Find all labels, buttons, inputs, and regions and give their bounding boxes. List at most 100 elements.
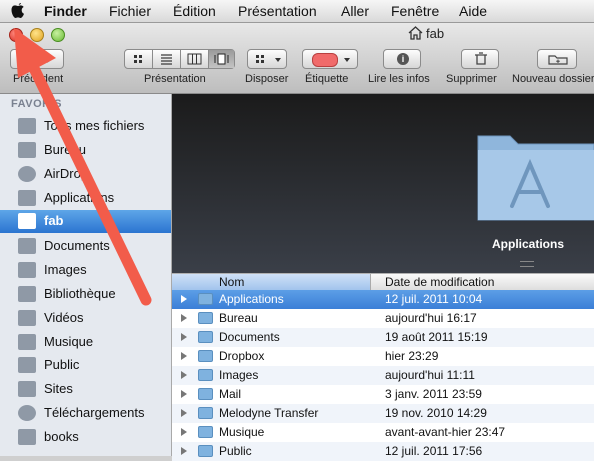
row-name: Mail	[219, 387, 242, 401]
new-folder-button[interactable]	[537, 49, 577, 69]
new-folder-icon	[548, 55, 568, 65]
forward-button[interactable]	[38, 50, 63, 68]
disclosure-triangle-icon[interactable]	[181, 295, 187, 303]
columns-icon	[187, 53, 202, 65]
tag-button[interactable]	[302, 49, 358, 69]
coverflow-view-button[interactable]	[209, 50, 234, 68]
get-info-button[interactable]: i	[383, 49, 421, 69]
list-view-button[interactable]	[153, 50, 181, 68]
disclosure-triangle-icon[interactable]	[181, 390, 187, 398]
sidebar-item-label: Tous mes fichiers	[44, 118, 145, 133]
sidebar-item-label: Documents	[44, 238, 110, 253]
table-row[interactable]: Documents 19 août 2011 15:19	[172, 328, 594, 347]
table-row[interactable]: Mail 3 janv. 2011 23:59	[172, 385, 594, 404]
disclosure-triangle-icon[interactable]	[181, 428, 187, 436]
disclosure-triangle-icon[interactable]	[181, 371, 187, 379]
tag-label: Étiquette	[305, 73, 349, 85]
minimize-button[interactable]	[30, 28, 44, 42]
sidebar-item-label: books	[44, 429, 79, 444]
favorites-header: FAVORIS	[11, 98, 62, 110]
table-row[interactable]: Images aujourd'hui 11:11	[172, 366, 594, 385]
sidebar-item-applications[interactable]: Applications	[0, 187, 171, 210]
menu-aide[interactable]: Aide	[459, 3, 487, 19]
table-row[interactable]: Bureau aujourd'hui 16:17	[172, 309, 594, 328]
sidebar-item-label: Téléchargements	[44, 405, 145, 420]
menu-presentation[interactable]: Présentation	[238, 3, 317, 19]
sidebar-item-public[interactable]: Public	[0, 354, 171, 377]
disclosure-triangle-icon[interactable]	[181, 409, 187, 417]
row-date: hier 23:29	[385, 349, 439, 363]
sidebar-item-images[interactable]: Images	[0, 259, 171, 282]
back-forward-control[interactable]	[10, 49, 64, 69]
column-header-date[interactable]: Date de modification	[385, 275, 494, 289]
table-row[interactable]: Melodyne Transfer 19 nov. 2010 14:29	[172, 404, 594, 423]
sidebar-item-musique[interactable]: Musique	[0, 331, 171, 354]
table-row[interactable]: Dropbox hier 23:29	[172, 347, 594, 366]
coverflow-preview[interactable]: Applications	[172, 94, 594, 273]
column-view-button[interactable]	[181, 50, 209, 68]
arrange-button[interactable]	[247, 49, 287, 69]
sidebar-item-books[interactable]: books	[0, 426, 171, 449]
sidebar-item-label: Bureau	[44, 142, 86, 157]
sidebar-item-videos[interactable]: Vidéos	[0, 307, 171, 330]
view-mode-control[interactable]	[124, 49, 235, 69]
table-row[interactable]: Applications 12 juil. 2011 10:04	[172, 290, 594, 309]
applications-folder-icon	[477, 135, 594, 221]
zoom-button[interactable]	[51, 28, 65, 42]
sidebar-item-sites[interactable]: Sites	[0, 378, 171, 401]
airdrop-icon	[18, 166, 36, 182]
sidebar-item-documents[interactable]: Documents	[0, 235, 171, 258]
arrange-label: Disposer	[245, 73, 289, 85]
tag-color-swatch	[312, 53, 338, 67]
menu-fichier[interactable]: Fichier	[109, 3, 151, 19]
menu-fenetre[interactable]: Fenêtre	[391, 3, 439, 19]
menu-edition[interactable]: Édition	[173, 3, 216, 19]
sidebar-item-fab[interactable]: fab	[0, 210, 171, 233]
table-row[interactable]: Musique avant-avant-hier 23:47	[172, 423, 594, 442]
row-name: Musique	[219, 425, 265, 439]
sidebar-item-label: Musique	[44, 334, 94, 349]
folder-icon	[18, 429, 36, 445]
column-header-name[interactable]: Nom	[172, 274, 371, 291]
desktop-icon	[18, 142, 36, 158]
row-date: aujourd'hui 11:11	[385, 368, 475, 382]
new-folder-label: Nouveau dossier	[512, 73, 594, 85]
row-name: Dropbox	[219, 349, 265, 363]
delete-button[interactable]	[461, 49, 499, 69]
menu-finder[interactable]: Finder	[44, 3, 87, 19]
sidebar-item-airdrop[interactable]: AirDrop	[0, 163, 171, 186]
disclosure-triangle-icon[interactable]	[181, 447, 187, 455]
info-icon: i	[397, 53, 409, 65]
row-name: Bureau	[219, 311, 258, 325]
disclosure-triangle-icon[interactable]	[181, 352, 187, 360]
sidebar-item-label: Public	[44, 357, 80, 372]
folder-icon	[18, 381, 36, 397]
window-toolbar: fab Précédent Présentation Disposer Étiq…	[0, 23, 594, 94]
window-title: fab	[426, 26, 445, 41]
menu-aller[interactable]: Aller	[341, 3, 369, 19]
get-info-label: Lire les infos	[368, 73, 430, 85]
table-row[interactable]: Public 12 juil. 2011 17:56	[172, 442, 594, 461]
back-arrow-icon	[21, 55, 27, 63]
coverflow-scroll-handle[interactable]	[520, 261, 534, 267]
disclosure-triangle-icon[interactable]	[181, 314, 187, 322]
row-name: Images	[219, 368, 259, 382]
row-name: Melodyne Transfer	[219, 406, 319, 420]
back-button[interactable]	[11, 50, 38, 68]
list-icon	[161, 54, 172, 65]
sidebar-item-bureau[interactable]: Bureau	[0, 139, 171, 162]
disclosure-triangle-icon[interactable]	[181, 333, 187, 341]
apple-menu-icon[interactable]	[10, 2, 26, 20]
sidebar-item-label: Vidéos	[44, 310, 84, 325]
sidebar-item-bibliotheque[interactable]: Bibliothèque	[0, 283, 171, 306]
sidebar-item-label: AirDrop	[44, 166, 89, 181]
row-date: 12 juil. 2011 10:04	[385, 292, 483, 306]
sidebar-item-label: Images	[44, 262, 87, 277]
row-name: Documents	[219, 330, 280, 344]
sidebar-item-telechargements[interactable]: Téléchargements	[0, 402, 171, 425]
svg-text:i: i	[402, 54, 405, 64]
trash-icon	[475, 52, 487, 65]
icon-view-button[interactable]	[125, 50, 153, 68]
sidebar-item-all-files[interactable]: Tous mes fichiers	[0, 115, 171, 138]
close-button[interactable]	[9, 28, 23, 42]
